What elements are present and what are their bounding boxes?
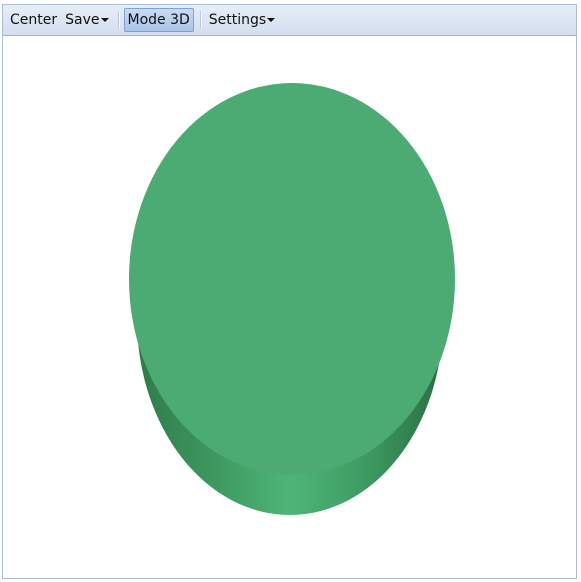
viewer-window: Center Save Mode 3D Settings — [2, 4, 577, 579]
toolbar-divider — [199, 11, 202, 29]
3d-canvas[interactable] — [3, 36, 576, 578]
3d-viewport[interactable] — [3, 36, 576, 578]
chevron-down-icon — [267, 18, 276, 22]
center-button-label: Center — [10, 12, 58, 28]
chevron-down-icon — [100, 18, 109, 22]
settings-button-label: Settings — [208, 12, 267, 28]
save-dropdown-button[interactable]: Save — [62, 9, 111, 31]
toolbar: Center Save Mode 3D Settings — [3, 5, 576, 36]
settings-dropdown-button[interactable]: Settings — [206, 9, 278, 31]
toolbar-divider — [117, 11, 120, 29]
mode-3d-toggle[interactable]: Mode 3D — [123, 8, 194, 32]
center-button[interactable]: Center — [7, 9, 60, 31]
mode-3d-label: Mode 3D — [127, 12, 190, 28]
cylinder-top-face — [129, 83, 455, 475]
save-button-label: Save — [65, 12, 100, 28]
